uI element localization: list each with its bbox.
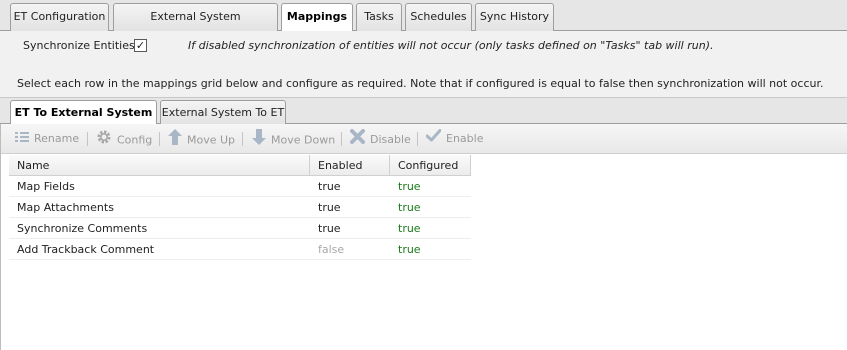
- mappings-grid-header: Name Enabled Configured: [9, 155, 471, 176]
- row-name-cell: Map Fields: [17, 180, 75, 193]
- rename-icon: [15, 129, 29, 149]
- tab-et-configuration[interactable]: ET Configuration: [10, 3, 109, 31]
- column-header-name[interactable]: Name: [9, 155, 310, 176]
- move-down-button[interactable]: Move Down: [252, 129, 335, 149]
- tab-mappings[interactable]: Mappings: [281, 3, 353, 32]
- enable-button[interactable]: Enable: [425, 129, 484, 149]
- row-enabled-cell: true: [318, 180, 341, 193]
- row-name-cell: Add Trackback Comment: [17, 243, 155, 256]
- arrow-up-icon: [168, 129, 182, 152]
- synchronize-entities-note: If disabled synchronization of entities …: [188, 39, 714, 52]
- mappings-settings: Synchronize Entities: ✓ If disabled sync…: [0, 31, 847, 97]
- rename-button[interactable]: Rename: [15, 129, 79, 149]
- move-up-button[interactable]: Move Up: [168, 129, 235, 149]
- main-tab-bar: ET Configuration External System Configu…: [0, 0, 847, 48]
- tab-sync-history[interactable]: Sync History: [475, 3, 554, 31]
- tab-schedules[interactable]: Schedules: [405, 3, 472, 31]
- tab-external-system-configuration[interactable]: External System Configuration: [113, 3, 278, 48]
- enable-label: Enable: [446, 132, 484, 145]
- table-row[interactable]: Synchronize Comments true true: [9, 218, 471, 239]
- table-row[interactable]: Map Fields true true: [9, 176, 471, 197]
- synchronize-entities-label: Synchronize Entities:: [23, 39, 139, 52]
- row-name-cell: Synchronize Comments: [17, 222, 148, 235]
- row-enabled-cell: true: [318, 201, 341, 214]
- column-header-configured[interactable]: Configured: [390, 155, 471, 176]
- disable-label: Disable: [370, 133, 411, 146]
- mappings-panel: Rename Config Move Up Move Down Disable: [0, 124, 847, 350]
- table-row[interactable]: Map Attachments true true: [9, 197, 471, 218]
- config-button[interactable]: Config: [96, 129, 152, 149]
- direction-tab-bar: ET To External System External System To…: [0, 97, 847, 126]
- toolbar-separator: [242, 132, 243, 146]
- table-row[interactable]: Add Trackback Comment false true: [9, 239, 471, 260]
- disable-button[interactable]: Disable: [350, 129, 411, 149]
- synchronize-entities-checkbox[interactable]: ✓: [134, 39, 147, 52]
- mappings-instructions: Select each row in the mappings grid bel…: [17, 77, 824, 90]
- tab-et-to-external-system[interactable]: ET To External System: [10, 100, 157, 126]
- tab-tasks[interactable]: Tasks: [356, 3, 402, 31]
- toolbar-separator: [341, 132, 342, 146]
- config-label: Config: [117, 133, 153, 147]
- move-down-label: Move Down: [271, 133, 336, 147]
- x-icon: [350, 129, 365, 151]
- row-configured-cell: true: [398, 243, 421, 256]
- column-header-enabled[interactable]: Enabled: [310, 155, 390, 176]
- row-configured-cell: true: [398, 222, 421, 235]
- toolbar-separator: [87, 132, 88, 146]
- arrow-down-icon: [252, 129, 266, 152]
- toolbar-separator: [159, 132, 160, 146]
- row-name-cell: Map Attachments: [17, 201, 114, 214]
- mappings-toolbar: Rename Config Move Up Move Down Disable: [1, 124, 847, 154]
- row-configured-cell: true: [398, 180, 421, 193]
- move-up-label: Move Up: [187, 133, 236, 147]
- toolbar-separator: [417, 132, 418, 146]
- tab-external-system-to-et[interactable]: External System To ET: [160, 100, 286, 125]
- row-enabled-cell: false: [318, 243, 345, 256]
- row-configured-cell: true: [398, 201, 421, 214]
- gear-icon: [96, 129, 112, 152]
- rename-label: Rename: [34, 132, 80, 145]
- row-enabled-cell: true: [318, 222, 341, 235]
- checkmark-icon: [425, 129, 442, 149]
